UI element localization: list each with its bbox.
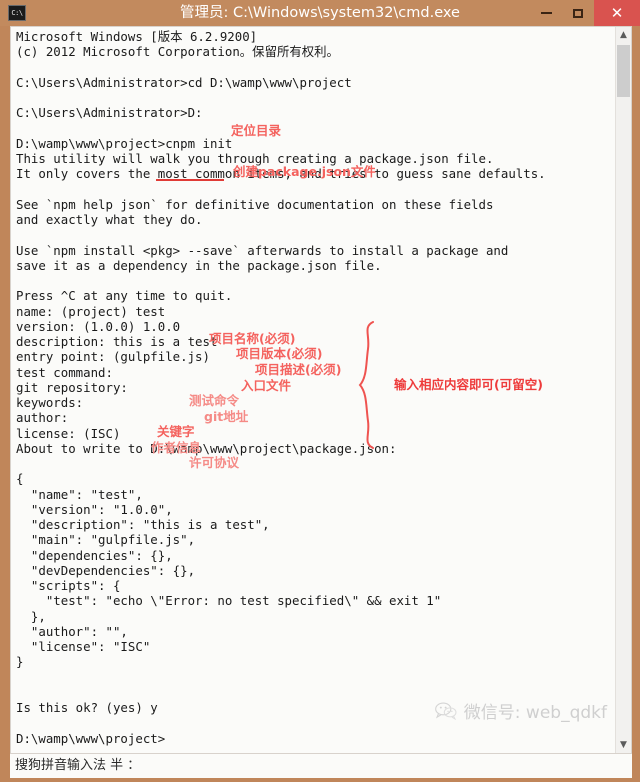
annotation-text: 测试命令 xyxy=(189,393,240,408)
ime-status-text: 搜狗拼音输入法 半 ： xyxy=(15,758,141,773)
annotation-text: 项目版本(必须) xyxy=(236,346,323,361)
console-line: Microsoft Windows [版本 6.2.9200] xyxy=(16,29,258,44)
minimize-button[interactable] xyxy=(530,0,562,26)
console-line: author: xyxy=(16,410,69,426)
console-line: "author": "", xyxy=(16,623,128,639)
scrollbar-thumb[interactable] xyxy=(617,45,630,97)
console-line: D:\wamp\www\project> xyxy=(16,730,166,746)
console-line: About to write to D:\wamp\www\project\pa… xyxy=(16,440,397,456)
console-line: Use `npm install <pkg> --save` afterward… xyxy=(16,242,509,258)
console-line: "main": "gulpfile.js", xyxy=(16,532,196,548)
annotation-text: 入口文件 xyxy=(241,378,292,393)
cmd-window: C:\ 管理员: C:\Windows\system32\cmd.exe ✕ M… xyxy=(0,0,640,782)
console-line: "scripts": { xyxy=(16,578,121,593)
maximize-button[interactable] xyxy=(562,0,594,26)
console-line: (c) 2012 Microsoft Corporation。保留所有权利。 xyxy=(16,44,339,60)
annotation-text: 创建package.json文件 xyxy=(233,164,376,179)
close-button[interactable]: ✕ xyxy=(594,0,640,26)
console-line: save it as a dependency in the package.j… xyxy=(16,257,382,273)
annotation-brace-label: 输入相应内容即可(可留空) xyxy=(394,377,543,392)
window-controls: ✕ xyxy=(530,0,640,26)
annotation-text: 作者信息 xyxy=(151,440,202,455)
console-line: and exactly what they do. xyxy=(16,212,203,227)
annotation-brace xyxy=(351,319,391,451)
cnpm-init-underline xyxy=(156,179,224,181)
console-line: Press ^C at any time to quit. xyxy=(16,288,233,304)
console-line: }, xyxy=(16,608,46,624)
console-line: See `npm help json` for definitive docum… xyxy=(16,196,494,212)
annotation-text: 定位目录 xyxy=(231,123,282,138)
annotation-text: git地址 xyxy=(204,409,249,424)
annotation-text: 许可协议 xyxy=(189,455,240,470)
scroll-up-icon[interactable]: ▲ xyxy=(616,27,631,43)
console-line: { xyxy=(16,471,24,487)
console-line: D:\wamp\www\project>cnpm init xyxy=(16,135,233,151)
maximize-icon xyxy=(573,8,583,18)
annotation-text: 项目名称(必须) xyxy=(209,331,296,346)
console-line: name: (project) test xyxy=(16,303,166,319)
window-titlebar[interactable]: C:\ 管理员: C:\Windows\system32\cmd.exe ✕ xyxy=(0,0,640,26)
annotation-text: 关键字 xyxy=(157,424,195,439)
console-line: C:\Users\Administrator>D: xyxy=(16,105,203,121)
minimize-icon xyxy=(540,12,552,14)
ime-status-bar: 搜狗拼音输入法 半 ： xyxy=(10,754,632,778)
console-line: version: (1.0.0) 1.0.0 xyxy=(16,318,181,334)
close-icon: ✕ xyxy=(610,3,624,22)
console-line: "version": "1.0.0", xyxy=(16,501,173,517)
console-line: "test": "echo \"Error: no test specified… xyxy=(16,593,442,609)
console-line: } xyxy=(16,654,24,670)
console-line: Is this ok? (yes) y xyxy=(16,700,158,715)
console-client-area[interactable]: Microsoft Windows [版本 6.2.9200] (c) 2012 … xyxy=(10,26,632,754)
annotation-text: 项目描述(必须) xyxy=(255,362,342,377)
console-line: license: (ISC) xyxy=(16,425,121,441)
console-line: C:\Users\Administrator>cd D:\wamp\www\pr… xyxy=(16,74,352,90)
console-line: "license": "ISC" xyxy=(16,639,151,654)
console-line: keywords: xyxy=(16,395,84,410)
console-line: "devDependencies": {}, xyxy=(16,562,196,578)
console-line: "name": "test", xyxy=(16,486,143,502)
scroll-down-icon[interactable]: ▼ xyxy=(616,737,631,753)
console-line: "dependencies": {}, xyxy=(16,547,173,563)
console-line: "description": "this is a test", xyxy=(16,517,270,532)
console-scrollbar[interactable]: ▲ ▼ xyxy=(615,27,631,753)
